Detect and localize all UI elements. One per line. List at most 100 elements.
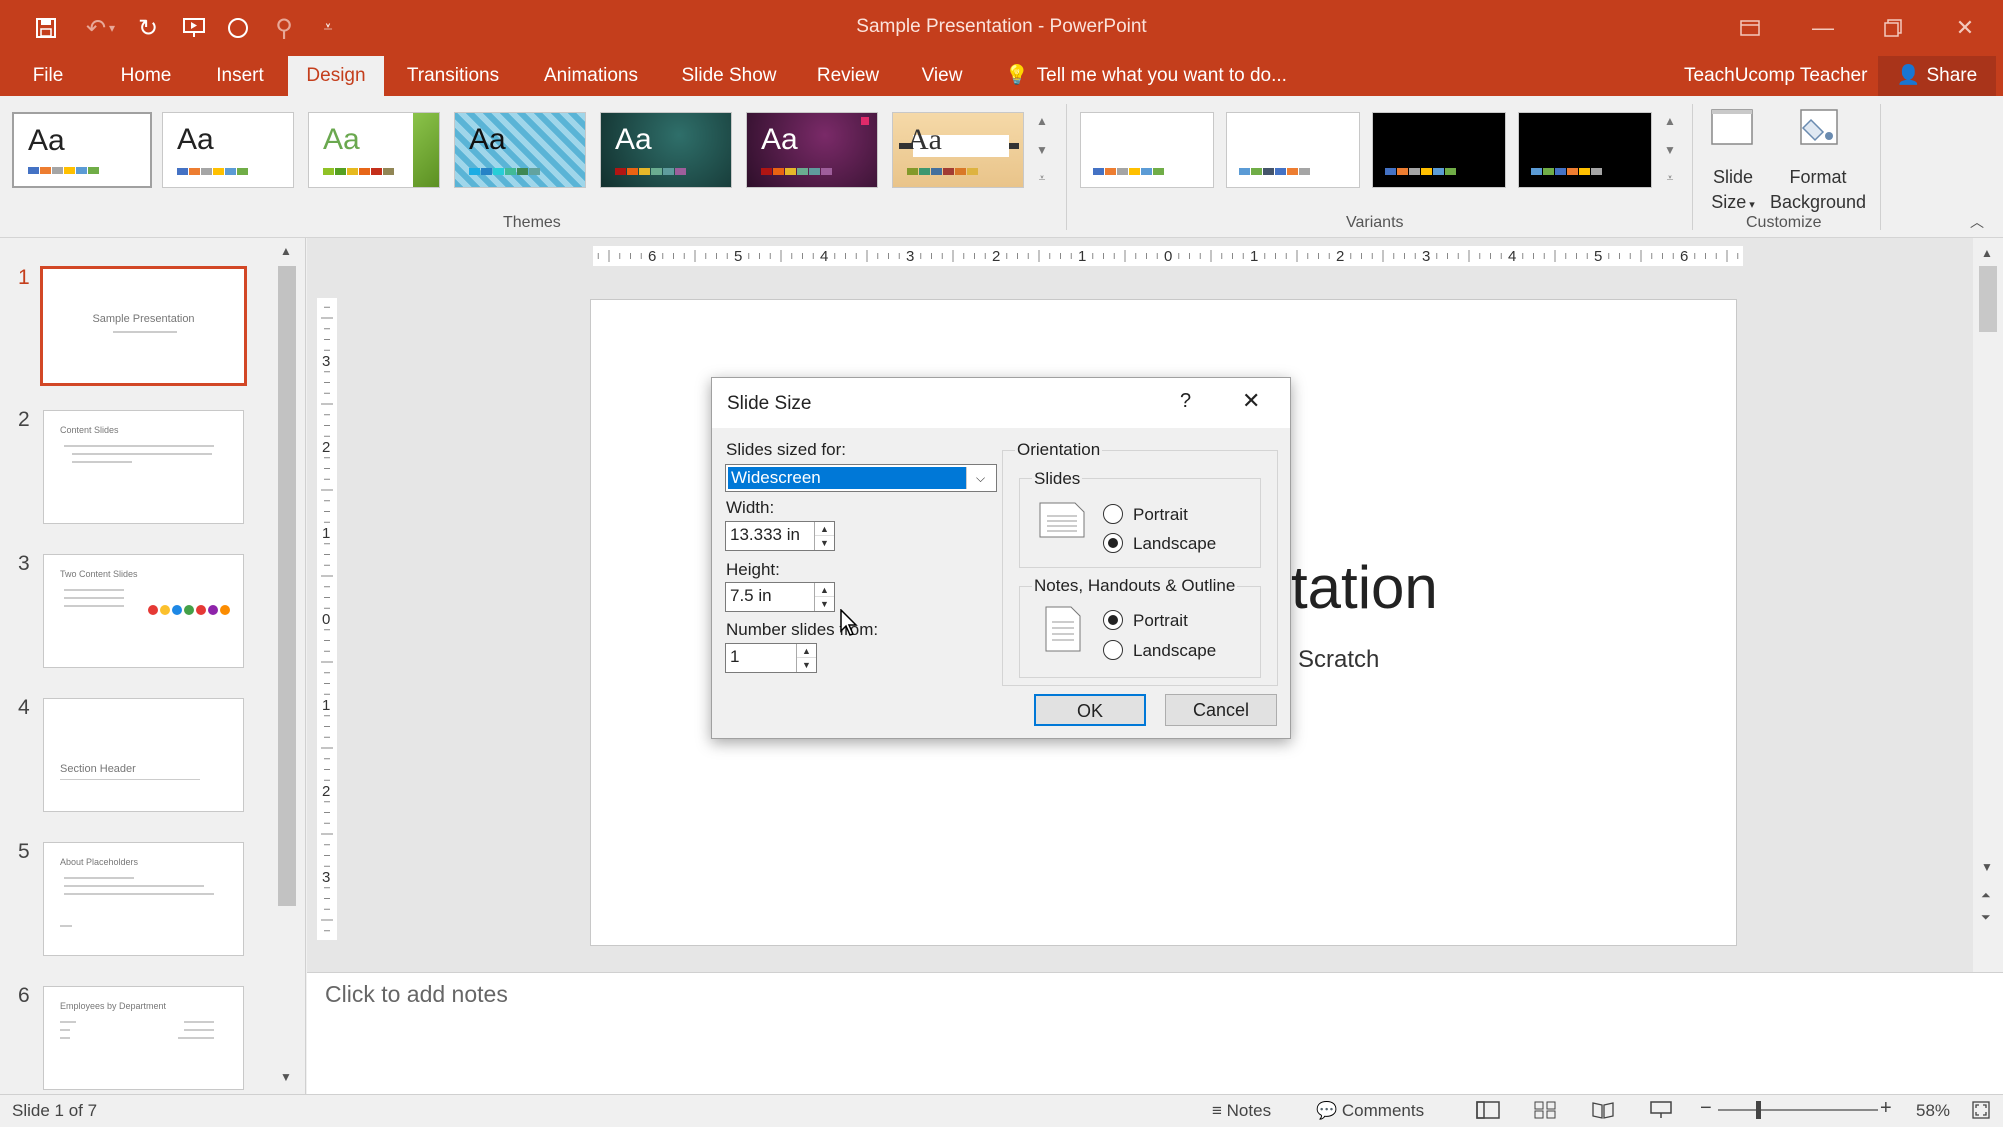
scroll-up-icon[interactable]: ▲ xyxy=(280,244,292,258)
scroll-down-icon[interactable]: ▼ xyxy=(1036,143,1048,157)
slide-thumbnail-pane: 1 Sample Presentation 2 Content Slides 3… xyxy=(0,238,306,1094)
ribbon-display-options-icon[interactable] xyxy=(1725,8,1775,48)
previous-slide-icon[interactable]: ⏶ xyxy=(1981,888,1991,903)
slides-portrait-label: Portrait xyxy=(1133,505,1188,524)
variant-3[interactable] xyxy=(1372,112,1506,188)
tab-view[interactable]: View xyxy=(912,56,972,96)
next-slide-icon[interactable]: ⏷ xyxy=(1981,910,1991,925)
zoom-out-icon[interactable]: − xyxy=(1700,1097,1712,1120)
number-slides-from-field[interactable]: 1 ▲ ▼ xyxy=(725,643,817,673)
thumb-text-line xyxy=(184,1021,214,1023)
scroll-down-icon[interactable]: ▼ xyxy=(1981,860,1993,874)
thumb-text-line xyxy=(178,1037,214,1039)
user-account[interactable]: TeachUcomp Teacher xyxy=(1684,56,1867,96)
redo-icon[interactable]: ↻ xyxy=(130,10,166,46)
tab-design[interactable]: Design xyxy=(288,56,384,96)
cancel-button[interactable]: Cancel xyxy=(1165,694,1277,726)
normal-view-icon[interactable] xyxy=(1476,1101,1500,1124)
close-window-icon[interactable]: ✕ xyxy=(1940,8,1990,48)
variants-gallery-scroll[interactable]: ▲ ▼ ⩡ xyxy=(1660,110,1680,190)
slide-thumbnail-3[interactable]: Two Content Slides xyxy=(43,554,244,668)
share-button[interactable]: 👤 Share xyxy=(1878,56,1996,96)
slide-thumbnail-4[interactable]: Section Header xyxy=(43,698,244,812)
thumbnail-scrollbar[interactable]: ▲ ▼ xyxy=(276,244,298,1090)
help-button[interactable]: ? xyxy=(1180,390,1191,413)
slides-portrait-radio[interactable] xyxy=(1103,504,1123,524)
scroll-down-icon[interactable]: ▼ xyxy=(280,1070,292,1084)
notes-portrait-label: Portrait xyxy=(1133,611,1188,630)
theme-integral[interactable]: Aa xyxy=(454,112,586,188)
chevron-down-icon[interactable]: ⌵ xyxy=(966,467,994,489)
zoom-slider-thumb[interactable] xyxy=(1756,1101,1761,1119)
themes-gallery-scroll[interactable]: ▲ ▼ ⩡ xyxy=(1032,110,1052,190)
slide-thumbnail-5[interactable]: About Placeholders xyxy=(43,842,244,956)
more-icon[interactable]: ⩡ xyxy=(1039,171,1046,186)
width-field[interactable]: 13.333 in ▲ ▼ xyxy=(725,521,835,551)
slide-thumbnail-6[interactable]: Employees by Department xyxy=(43,986,244,1090)
save-icon[interactable] xyxy=(28,10,64,46)
dialog-title-bar[interactable]: Slide Size ? ✕ xyxy=(712,378,1290,428)
fit-slide-icon[interactable] xyxy=(1972,1101,1990,1124)
comments-toggle[interactable]: 💬 Comments xyxy=(1316,1101,1424,1121)
theme-ion-boardroom[interactable]: Aa xyxy=(600,112,732,188)
scroll-up-icon[interactable]: ▲ xyxy=(1981,246,1993,260)
number-spinner[interactable]: ▲ ▼ xyxy=(796,644,816,672)
present-from-start-icon[interactable] xyxy=(176,10,212,46)
zoom-slider[interactable] xyxy=(1718,1101,1878,1119)
notes-pane[interactable]: Click to add notes xyxy=(307,972,2003,1094)
variant-4[interactable] xyxy=(1518,112,1652,188)
touch-mode-icon[interactable]: ⚲ xyxy=(266,10,302,46)
more-icon[interactable]: ⩡ xyxy=(1667,171,1674,186)
ok-button[interactable]: OK xyxy=(1034,694,1146,726)
person-icon: 👤 xyxy=(1896,65,1921,86)
width-spinner[interactable]: ▲ ▼ xyxy=(814,522,834,550)
slide-thumbnail-2[interactable]: Content Slides xyxy=(43,410,244,524)
slide-scrollbar[interactable]: ▲ ▼ ⏶ ⏷ xyxy=(1973,238,2003,972)
tab-review[interactable]: Review xyxy=(806,56,890,96)
theme-office-2[interactable]: Aa xyxy=(162,112,294,188)
slide-show-icon[interactable] xyxy=(1650,1101,1672,1124)
restore-icon[interactable] xyxy=(1868,8,1918,48)
scroll-up-icon[interactable]: ▲ xyxy=(1664,114,1676,128)
color-swatches xyxy=(323,168,394,175)
height-field[interactable]: 7.5 in ▲ ▼ xyxy=(725,582,835,612)
slides-group-label: Slides xyxy=(1032,469,1083,489)
slides-sized-for-select[interactable]: Widescreen ⌵ xyxy=(725,464,997,492)
theme-organic[interactable]: Aa xyxy=(892,112,1024,188)
slides-landscape-radio[interactable] xyxy=(1103,533,1123,553)
theme-facet[interactable]: Aa xyxy=(308,112,440,188)
scroll-down-icon[interactable]: ▼ xyxy=(1664,143,1676,157)
notes-landscape-radio[interactable] xyxy=(1103,640,1123,660)
tab-slide-show[interactable]: Slide Show xyxy=(674,56,784,96)
variant-1[interactable] xyxy=(1080,112,1214,188)
height-spinner[interactable]: ▲ ▼ xyxy=(814,583,834,611)
collapse-ribbon-icon[interactable]: ︿ xyxy=(1970,212,1984,232)
scroll-up-icon[interactable]: ▲ xyxy=(1036,114,1048,128)
variant-2[interactable] xyxy=(1226,112,1360,188)
group-separator xyxy=(1880,104,1881,230)
close-icon[interactable]: ✕ xyxy=(1242,388,1260,414)
slide-sorter-icon[interactable] xyxy=(1534,1101,1556,1124)
tell-me-search[interactable]: 💡 Tell me what you want to do... xyxy=(1005,56,1287,96)
theme-office[interactable]: Aa xyxy=(12,112,152,188)
scrollbar-thumb[interactable] xyxy=(1979,266,1997,332)
scrollbar-thumb[interactable] xyxy=(278,266,296,906)
undo-dropdown-icon[interactable]: ▾ xyxy=(104,10,120,46)
format-background-button[interactable]: Format Background xyxy=(1766,106,1870,215)
tab-home[interactable]: Home xyxy=(108,56,184,96)
tab-file[interactable]: File xyxy=(22,56,74,96)
minimize-icon[interactable]: — xyxy=(1798,8,1848,48)
tab-insert[interactable]: Insert xyxy=(206,56,274,96)
zoom-in-icon[interactable]: + xyxy=(1880,1097,1892,1120)
theme-ion[interactable]: Aa xyxy=(746,112,878,188)
notes-toggle[interactable]: ≡ Notes xyxy=(1212,1101,1271,1121)
shape-circle-icon[interactable] xyxy=(220,10,256,46)
slide-size-button[interactable]: Slide Size ▾ xyxy=(1700,106,1766,218)
slide-thumbnail-1[interactable]: Sample Presentation xyxy=(40,266,247,386)
tab-animations[interactable]: Animations xyxy=(530,56,652,96)
notes-portrait-radio[interactable] xyxy=(1103,610,1123,630)
reading-view-icon[interactable] xyxy=(1592,1101,1614,1124)
tab-transitions[interactable]: Transitions xyxy=(398,56,508,96)
zoom-level[interactable]: 58% xyxy=(1916,1101,1950,1121)
customize-qat-icon[interactable]: ⩡ xyxy=(310,10,346,46)
